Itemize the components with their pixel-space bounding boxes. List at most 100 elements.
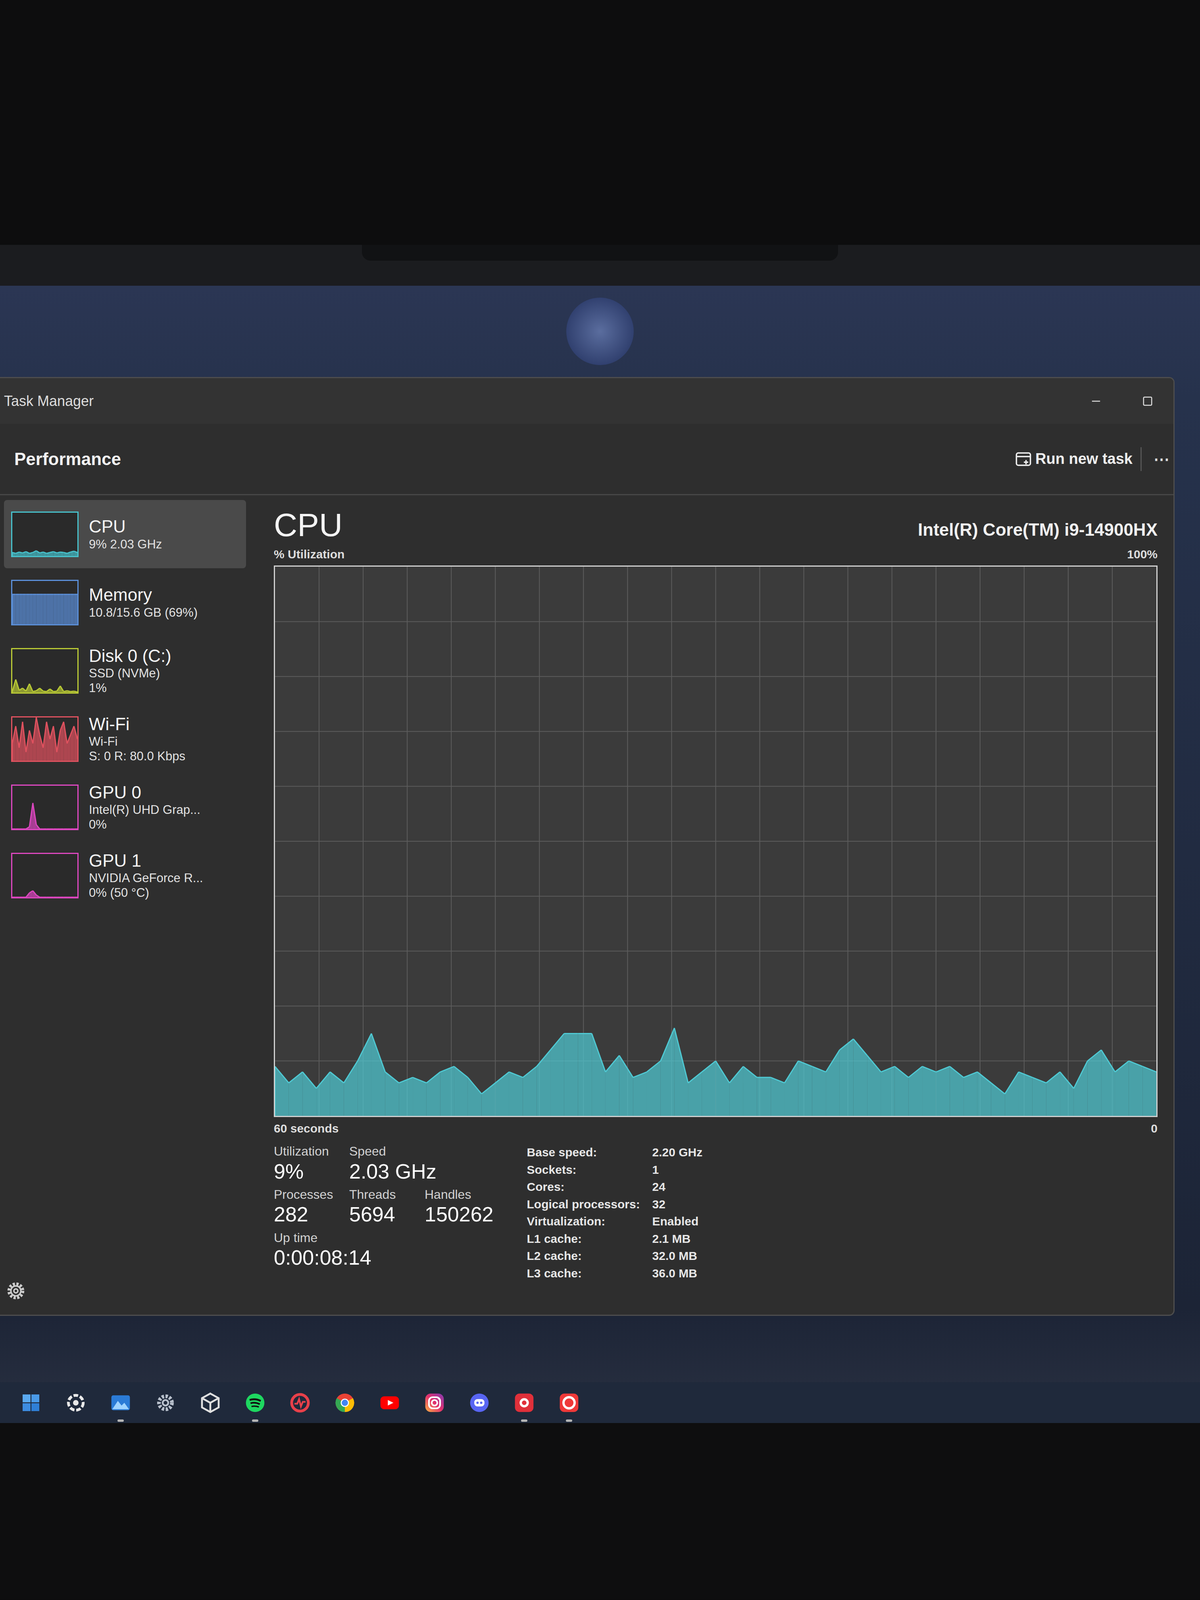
sidebar-item[interactable]: Wi-FiWi-FiS: 0 R: 80.0 Kbps bbox=[3, 704, 247, 774]
graph-segment bbox=[39, 828, 44, 829]
sidebar-item-detail: Intel(R) UHD Grap... bbox=[88, 802, 201, 818]
graph-segment bbox=[67, 551, 71, 556]
graph-segment bbox=[70, 594, 75, 624]
graph-segment bbox=[36, 717, 40, 761]
graph-segment bbox=[73, 551, 78, 556]
settings-icon[interactable] bbox=[154, 1391, 177, 1414]
graph-segment bbox=[60, 685, 64, 693]
start-icon[interactable] bbox=[19, 1391, 43, 1414]
stat-value: 5694 bbox=[349, 1201, 416, 1227]
graph-segment bbox=[1032, 1077, 1047, 1116]
graph-segment bbox=[32, 690, 37, 693]
redapp-icon[interactable] bbox=[513, 1391, 536, 1414]
graph-segment bbox=[36, 894, 40, 897]
sidebar-item[interactable]: GPU 1NVIDIA GeForce R...0% (50 °C) bbox=[3, 841, 247, 910]
graph-segment bbox=[674, 1028, 689, 1116]
stat: Up time0:00:08:14 bbox=[273, 1230, 381, 1271]
graph-segment bbox=[43, 721, 47, 761]
stat-value: 9% bbox=[273, 1159, 340, 1184]
graph-segment bbox=[22, 828, 27, 829]
run-task-icon bbox=[1014, 450, 1033, 468]
run-new-task-button[interactable]: Run new task bbox=[1006, 443, 1141, 475]
graph-segment bbox=[1128, 1061, 1143, 1116]
graph-segment bbox=[60, 896, 64, 898]
graph-segment bbox=[50, 551, 54, 556]
discord-icon[interactable] bbox=[468, 1391, 491, 1414]
graph-segment bbox=[63, 896, 68, 898]
spec-label: L1 cache: bbox=[526, 1230, 647, 1248]
graph-segment bbox=[56, 594, 61, 624]
sidebar-item[interactable]: Disk 0 (C:)SSD (NVMe)1% bbox=[3, 636, 247, 705]
graph-segment bbox=[1101, 1050, 1116, 1116]
spec-label: L2 cache: bbox=[526, 1247, 647, 1265]
mini-graph bbox=[11, 648, 79, 694]
graph-segment bbox=[36, 594, 40, 624]
graph-segment bbox=[26, 683, 30, 693]
page-title: Performance bbox=[14, 446, 122, 473]
mini-graph bbox=[11, 579, 79, 626]
sidebar-item-title: Wi-Fi bbox=[88, 714, 186, 735]
monitor-bezel bbox=[0, 244, 1200, 286]
copilot-icon[interactable] bbox=[64, 1391, 87, 1414]
maximize-icon[interactable] bbox=[1121, 381, 1174, 422]
running-indicator bbox=[521, 1419, 528, 1422]
chart-y-label: % Utilization bbox=[273, 545, 345, 564]
sidebar-item-detail: NVIDIA GeForce R... bbox=[88, 870, 204, 886]
sidebar-item-detail: S: 0 R: 80.0 Kbps bbox=[88, 748, 186, 764]
graph-segment bbox=[770, 1077, 785, 1116]
graph-segment bbox=[32, 594, 37, 624]
sidebar-item[interactable]: GPU 0Intel(R) UHD Grap...0% bbox=[3, 773, 247, 842]
sidebar-item-title: Memory bbox=[88, 584, 198, 606]
graph-segment bbox=[53, 690, 58, 693]
graph-segment bbox=[509, 1071, 524, 1116]
graph-segment bbox=[63, 552, 68, 556]
run-new-task-label: Run new task bbox=[1035, 447, 1133, 471]
graph-segment bbox=[19, 721, 23, 761]
gear-icon[interactable] bbox=[3, 1278, 28, 1303]
graph-segment bbox=[784, 1061, 799, 1116]
instagram-icon[interactable] bbox=[423, 1391, 446, 1414]
graph-segment bbox=[29, 730, 33, 761]
ring-icon[interactable] bbox=[288, 1391, 312, 1414]
cpu-header: CPUIntel(R) Core(TM) i9-14900HX bbox=[273, 507, 1158, 543]
minimize-icon[interactable] bbox=[1070, 381, 1122, 422]
graph-segment bbox=[495, 1071, 510, 1116]
graph-segment bbox=[73, 690, 78, 693]
stat-value: 2.03 GHz bbox=[349, 1159, 437, 1184]
graph-segment bbox=[39, 594, 44, 624]
spec-label: Cores: bbox=[526, 1178, 647, 1196]
graph-segment bbox=[977, 1071, 992, 1116]
chart-x-min: 0 bbox=[1150, 1119, 1158, 1138]
sidebar-item[interactable]: CPU9% 2.03 GHz bbox=[3, 500, 247, 569]
photos-icon[interactable] bbox=[109, 1391, 132, 1414]
page-header: Performance Run new task ⋯ bbox=[0, 423, 1174, 496]
spec-label: Virtualization: bbox=[526, 1212, 647, 1231]
graph-segment bbox=[371, 1033, 386, 1117]
graph bbox=[275, 566, 1157, 1116]
wallpaper-logo bbox=[566, 297, 634, 366]
spotify-icon[interactable] bbox=[244, 1391, 267, 1414]
sidebar-item[interactable]: Memory10.8/15.6 GB (69%) bbox=[3, 568, 247, 637]
stat-value: 150262 bbox=[424, 1201, 494, 1227]
graph-segment bbox=[22, 594, 27, 624]
graph-segment bbox=[53, 551, 58, 556]
vivaldi-icon[interactable] bbox=[557, 1391, 581, 1414]
graph-segment bbox=[46, 721, 50, 761]
youtube-icon[interactable] bbox=[378, 1391, 401, 1414]
sidebar-item-detail: 1% bbox=[88, 680, 172, 696]
graph-segment bbox=[63, 690, 68, 693]
cube-icon[interactable] bbox=[199, 1391, 222, 1414]
graph-segment bbox=[591, 1033, 606, 1117]
graph-segment bbox=[56, 896, 61, 898]
sidebar-item-title: CPU bbox=[88, 516, 162, 537]
graph-segment bbox=[757, 1077, 772, 1116]
graph-segment bbox=[605, 1055, 620, 1116]
graph-segment bbox=[39, 896, 44, 898]
graph-segment bbox=[564, 1033, 579, 1117]
window-body: CPU9% 2.03 GHzMemory10.8/15.6 GB (69%)Di… bbox=[0, 495, 1174, 1315]
more-button[interactable]: ⋯ bbox=[1140, 447, 1174, 472]
graph-segment bbox=[1046, 1071, 1060, 1116]
chrome-icon[interactable] bbox=[333, 1391, 356, 1414]
sidebar-item-detail: 0% bbox=[88, 817, 201, 832]
graph-segment bbox=[798, 1061, 813, 1116]
